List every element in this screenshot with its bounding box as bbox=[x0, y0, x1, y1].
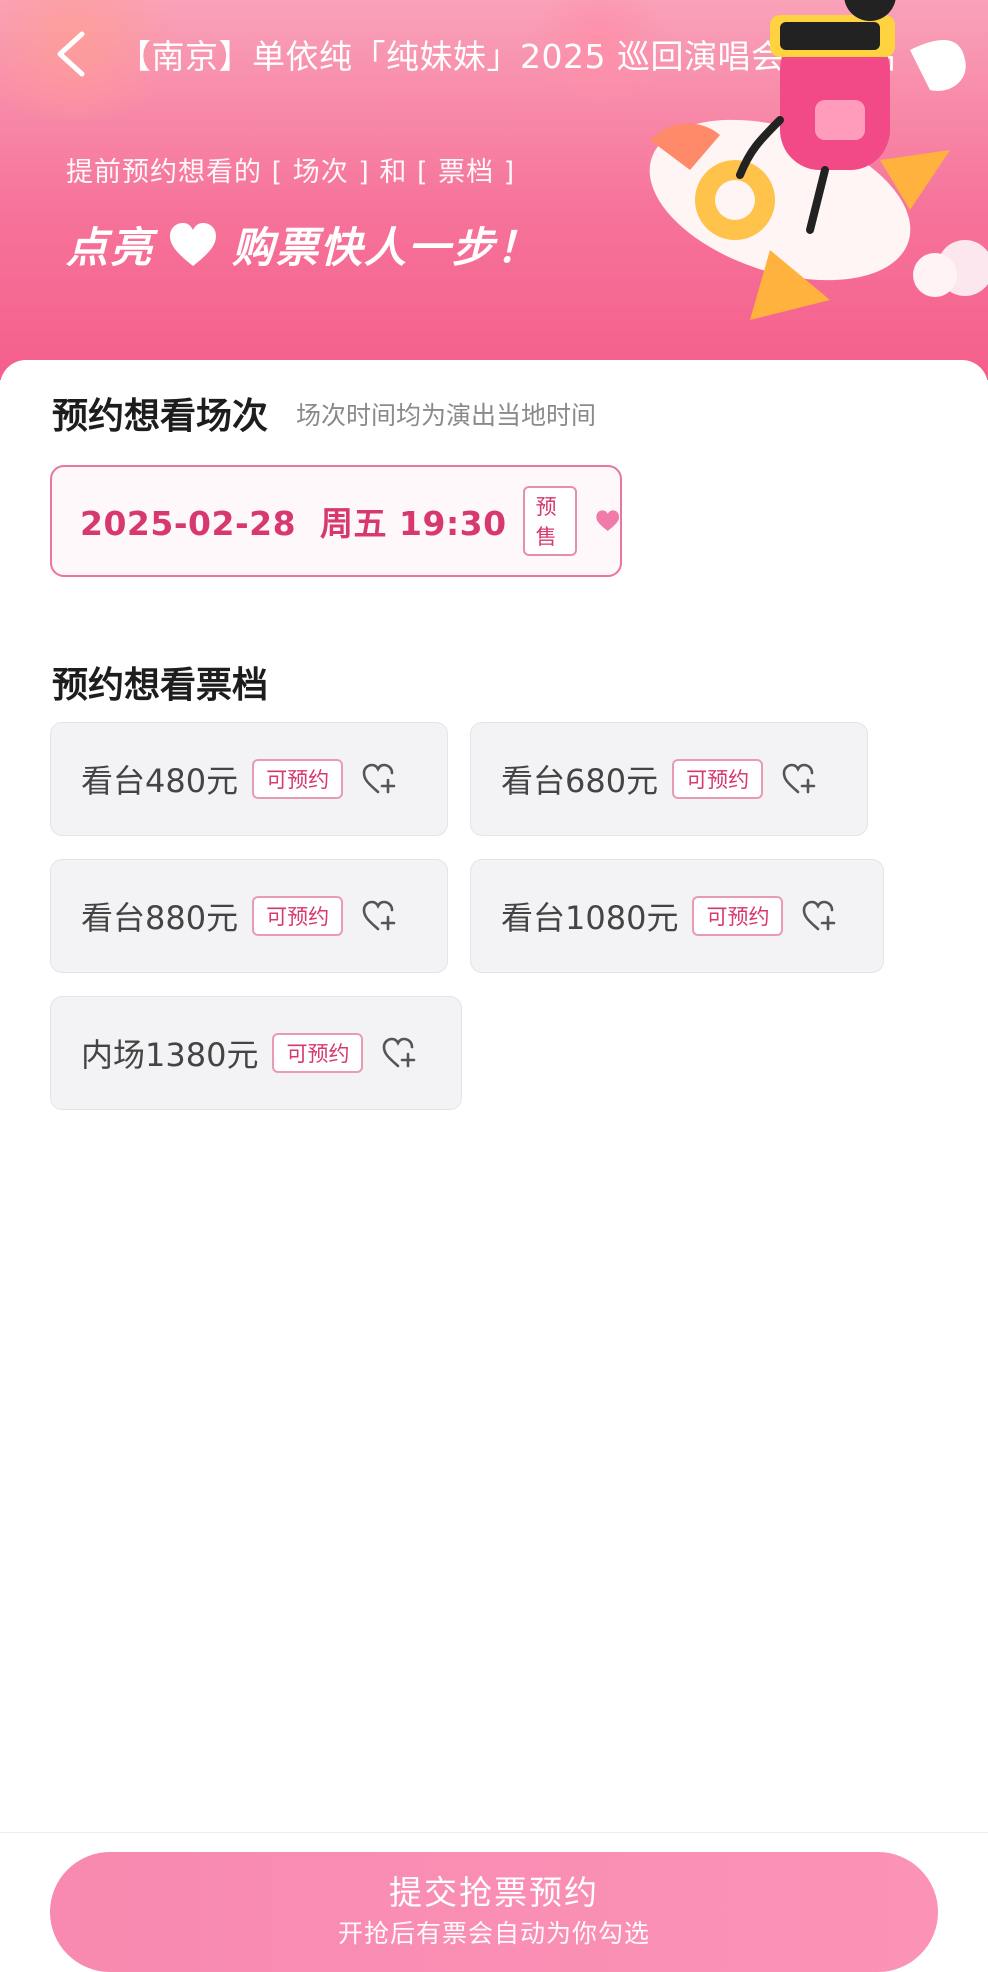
presale-badge: 预售 bbox=[522, 486, 577, 556]
tier-option[interactable]: 内场1380元 可预约 bbox=[50, 996, 462, 1110]
heart-add-icon bbox=[383, 1037, 416, 1068]
tier-status-badge: 可预约 bbox=[252, 896, 344, 936]
tier-label: 内场1380元 bbox=[81, 1036, 259, 1074]
heart-filled-icon bbox=[595, 510, 619, 532]
tier-status-badge: 可预约 bbox=[272, 1033, 364, 1073]
session-section-subtitle: 场次时间均为演出当地时间 bbox=[296, 401, 597, 430]
promo-line-1: 提前预约想看的 [ 场次 ] 和 [ 票档 ] bbox=[66, 157, 516, 188]
heart-add-icon bbox=[362, 763, 396, 794]
back-button[interactable] bbox=[48, 26, 96, 82]
session-date: 2025-02-28 周五 19:30 bbox=[80, 504, 507, 543]
promo-right-text: 购票快人一步！ bbox=[232, 223, 541, 272]
header-banner: 【南京】单依纯「纯妹妹」2025 巡回演唱会 南京站 提前预约想看的 [ 场次 … bbox=[0, 0, 988, 380]
chevron-left-icon bbox=[57, 31, 85, 77]
tier-option[interactable]: 看台480元 可预约 bbox=[50, 722, 448, 836]
tier-option[interactable]: 看台680元 可预约 bbox=[470, 722, 868, 836]
submit-label: 提交抢票预约 bbox=[389, 1873, 599, 1912]
heart-icon bbox=[170, 222, 217, 266]
submit-sublabel: 开抢后有票会自动为你勾选 bbox=[337, 1919, 650, 1948]
tier-status-badge: 可预约 bbox=[252, 759, 344, 799]
heart-add-icon bbox=[803, 900, 836, 931]
tier-status-badge: 可预约 bbox=[692, 896, 784, 936]
heart-add-icon bbox=[782, 763, 816, 794]
tier-label: 看台680元 bbox=[501, 762, 659, 800]
tier-label: 看台880元 bbox=[81, 899, 239, 937]
content-card bbox=[0, 360, 988, 1900]
tier-label: 看台480元 bbox=[81, 762, 239, 800]
session-section-title: 预约想看场次 bbox=[52, 396, 269, 437]
tier-label: 看台1080元 bbox=[501, 899, 679, 937]
footer-divider bbox=[0, 1832, 988, 1833]
promo-line-2: 点亮 购票快人一步！ bbox=[66, 214, 540, 275]
tier-status-badge: 可预约 bbox=[672, 759, 764, 799]
tier-option[interactable]: 看台1080元 可预约 bbox=[470, 859, 884, 973]
tier-section-title: 预约想看票档 bbox=[52, 665, 269, 706]
promo-left-text: 点亮 bbox=[66, 223, 155, 272]
tier-option[interactable]: 看台880元 可预约 bbox=[50, 859, 448, 973]
session-option[interactable]: 2025-02-28 周五 19:30 预售 bbox=[50, 465, 622, 577]
heart-add-icon bbox=[362, 900, 396, 931]
mascot-rocket-illustration bbox=[649, 0, 988, 320]
submit-reservation-button[interactable]: 提交抢票预约 开抢后有票会自动为你勾选 bbox=[50, 1852, 938, 1972]
